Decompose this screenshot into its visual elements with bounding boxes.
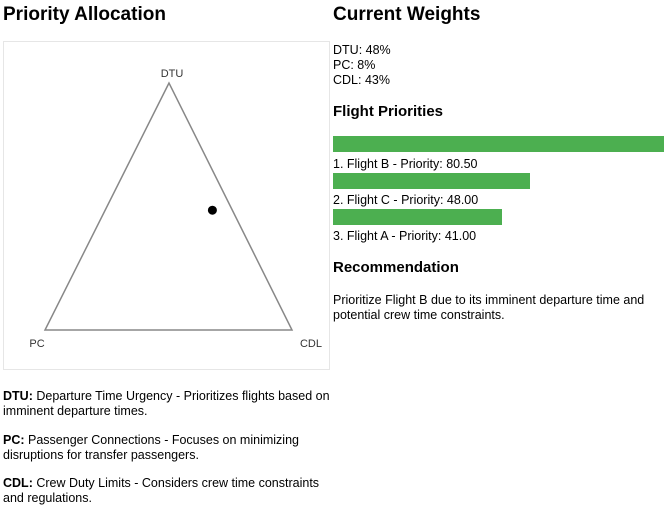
flight-label: 3. Flight A - Priority: 41.00 bbox=[333, 229, 477, 243]
recommendation-text: Prioritize Flight B due to its imminent … bbox=[333, 293, 645, 322]
priority-bar bbox=[333, 136, 664, 152]
weight-item: DTU: 48% bbox=[333, 43, 391, 57]
vertex-label-cdl: CDL bbox=[300, 338, 322, 350]
results-panel: Current Weights DTU: 48% PC: 8% CDL: 43%… bbox=[333, 0, 666, 322]
flight-label: 2. Flight C - Priority: 48.00 bbox=[333, 193, 479, 207]
description-text: Passenger Connections - Focuses on minim… bbox=[3, 433, 299, 462]
triangle-svg[interactable]: DTU PC CDL bbox=[4, 42, 331, 371]
allocation-panel: Priority Allocation DTU PC CDL DTU: Depa… bbox=[3, 0, 330, 505]
allocation-triangle bbox=[43, 81, 294, 331]
recommendation-title: Recommendation bbox=[333, 259, 459, 276]
description-key: PC: bbox=[3, 433, 25, 447]
description-text: Crew Duty Limits - Considers crew time c… bbox=[3, 476, 320, 505]
description-cdl: CDL: Crew Duty Limits - Considers crew t… bbox=[3, 476, 330, 506]
description-key: DTU: bbox=[3, 389, 33, 403]
weight-item: PC: 8% bbox=[333, 58, 376, 72]
weight-item: CDL: 43% bbox=[333, 73, 390, 87]
weight-point[interactable] bbox=[207, 205, 217, 215]
description-pc: PC: Passenger Connections - Focuses on m… bbox=[3, 433, 330, 463]
priority-bar bbox=[333, 173, 530, 189]
allocation-title: Priority Allocation bbox=[3, 4, 166, 25]
vertex-label-pc: PC bbox=[29, 338, 44, 350]
weights-list: DTU: 48% PC: 8% CDL: 43% bbox=[333, 43, 391, 88]
priority-bar bbox=[333, 209, 502, 225]
triangle-widget[interactable]: DTU PC CDL bbox=[3, 41, 330, 370]
flights-title: Flight Priorities bbox=[333, 103, 444, 120]
vertex-label-dtu: DTU bbox=[161, 68, 184, 80]
description-key: CDL: bbox=[3, 476, 33, 490]
weights-title: Current Weights bbox=[333, 4, 481, 25]
description-text: Departure Time Urgency - Prioritizes fli… bbox=[3, 389, 330, 418]
description-dtu: DTU: Departure Time Urgency - Prioritize… bbox=[3, 389, 330, 419]
flight-label: 1. Flight B - Priority: 80.50 bbox=[333, 157, 478, 171]
